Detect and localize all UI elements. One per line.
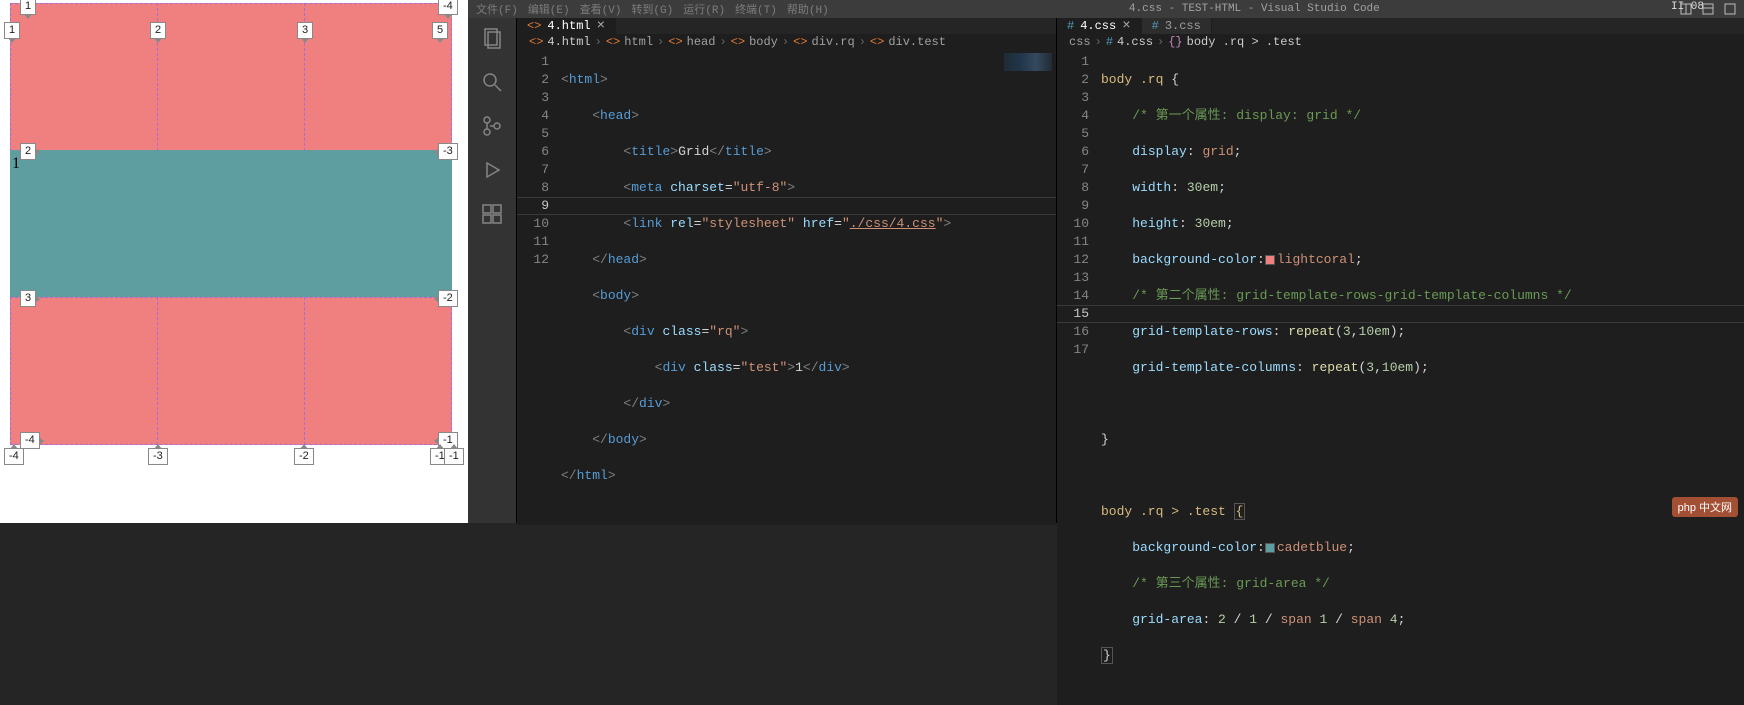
- editor-group-html: <> 4.html × <> 4.html ›<>html ›<>head ›<…: [516, 18, 1056, 523]
- source-control-icon[interactable]: [480, 114, 504, 138]
- grid-col-marker-neg: -1: [444, 448, 464, 465]
- grid-col-marker-neg: -4: [4, 448, 24, 465]
- run-debug-icon[interactable]: [480, 158, 504, 182]
- element-icon: <>: [731, 35, 745, 49]
- css-file-icon: #: [1152, 19, 1159, 33]
- element-icon: <>: [606, 35, 620, 49]
- code-lines[interactable]: <html> <head> <title>Grid</title> <meta …: [561, 49, 1056, 525]
- breadcrumb-file[interactable]: 4.css: [1117, 35, 1153, 49]
- gutter: 1234567891011121314151617: [1057, 49, 1101, 705]
- grid-row-marker: 3: [20, 290, 36, 307]
- element-icon: <>: [793, 35, 807, 49]
- grid-col-marker: 5: [432, 22, 448, 39]
- breadcrumb-file[interactable]: 4.html: [547, 35, 590, 49]
- files-icon[interactable]: [480, 26, 504, 50]
- browser-preview-pane: 1 1 -4 1 2 3 5 2 3 -4 -3 -2 -1 -4 -3 -2 …: [0, 0, 468, 523]
- tab-label: 3.css: [1165, 19, 1201, 33]
- element-icon: <>: [870, 35, 884, 49]
- color-swatch-icon[interactable]: [1265, 543, 1275, 553]
- grid-col-marker: 2: [150, 22, 166, 39]
- search-icon[interactable]: [480, 70, 504, 94]
- html-file-icon: <>: [527, 19, 541, 33]
- grid-item-test: [10, 150, 452, 297]
- breadcrumb-node[interactable]: div.rq: [812, 35, 855, 49]
- html-file-icon: <>: [529, 35, 543, 49]
- title-bar-actions[interactable]: II 08: [1680, 3, 1736, 15]
- breadcrumb-node[interactable]: html: [624, 35, 653, 49]
- close-icon[interactable]: ×: [597, 18, 605, 34]
- breadcrumb-node[interactable]: head: [687, 35, 716, 49]
- breadcrumb-node[interactable]: div.test: [888, 35, 946, 49]
- panel-icon[interactable]: [1724, 3, 1736, 15]
- layout-indicator: II 08: [1671, 1, 1704, 13]
- title-bar: 文件(F) 编辑(E) 查看(V) 转到(G) 运行(R) 终端(T) 帮助(H…: [468, 0, 1744, 18]
- element-icon: <>: [668, 35, 682, 49]
- breadcrumb-selector[interactable]: body .rq > .test: [1187, 35, 1302, 49]
- tab-bar: # 4.css × # 3.css: [1057, 18, 1744, 35]
- breadcrumb-folder[interactable]: css: [1069, 35, 1091, 49]
- css-rule-icon: {}: [1168, 35, 1182, 49]
- activity-bar: [468, 18, 516, 523]
- grid-col-marker-neg: -3: [148, 448, 168, 465]
- color-swatch-icon[interactable]: [1265, 255, 1275, 265]
- grid-col-marker: 3: [297, 22, 313, 39]
- tab-label: 4.css: [1080, 19, 1116, 33]
- tab-3-css[interactable]: # 3.css: [1142, 18, 1212, 34]
- gutter: 123456789101112: [517, 49, 561, 525]
- grid-row-marker-neg: -2: [438, 290, 458, 307]
- close-icon[interactable]: ×: [1122, 18, 1130, 34]
- grid-item-text: 1: [12, 155, 20, 173]
- grid-col-marker: 1: [4, 22, 20, 39]
- code-editor-css[interactable]: 1234567891011121314151617 body .rq { /* …: [1057, 49, 1744, 705]
- breadcrumb-node[interactable]: body: [749, 35, 778, 49]
- css-file-icon: #: [1067, 19, 1074, 33]
- grid-col-marker: 1: [20, 0, 36, 15]
- code-editor-html[interactable]: 123456789101112 <html> <head> <title>Gri…: [517, 49, 1056, 525]
- breadcrumb[interactable]: css › # 4.css › {} body .rq > .test: [1057, 35, 1744, 49]
- menu-bar[interactable]: 文件(F) 编辑(E) 查看(V) 转到(G) 运行(R) 终端(T) 帮助(H…: [476, 1, 829, 17]
- css-file-icon: #: [1106, 35, 1113, 49]
- grid-row-marker: -4: [20, 432, 40, 449]
- grid-container: [10, 3, 452, 445]
- tab-4-html[interactable]: <> 4.html ×: [517, 18, 616, 34]
- code-lines[interactable]: body .rq { /* 第一个属性: display: grid */ di…: [1101, 49, 1744, 705]
- grid-col-marker-neg: -4: [438, 0, 458, 15]
- grid-col-marker-neg: -2: [294, 448, 314, 465]
- breadcrumb[interactable]: <> 4.html ›<>html ›<>head ›<>body ›<>div…: [517, 35, 1056, 49]
- watermark: php 中文网: [1672, 497, 1738, 517]
- editor-group-css: # 4.css × # 3.css css › # 4.css › {} bod…: [1056, 18, 1744, 523]
- window-title: 4.css - TEST-HTML - Visual Studio Code: [829, 3, 1680, 15]
- extensions-icon[interactable]: [480, 202, 504, 226]
- tab-bar: <> 4.html ×: [517, 18, 1056, 35]
- grid-row-marker: 2: [20, 143, 36, 160]
- tab-4-css[interactable]: # 4.css ×: [1057, 18, 1142, 34]
- tab-label: 4.html: [547, 19, 590, 33]
- grid-row-marker-neg: -3: [438, 143, 458, 160]
